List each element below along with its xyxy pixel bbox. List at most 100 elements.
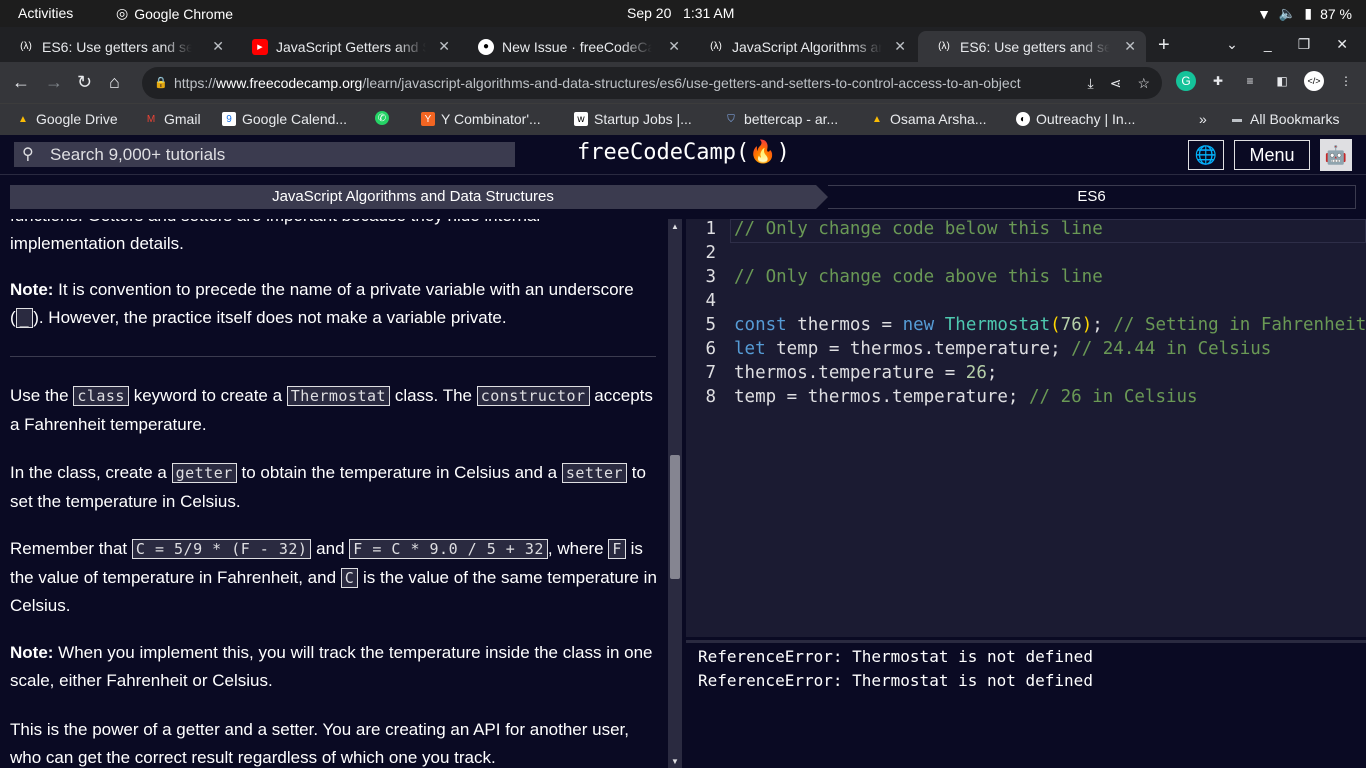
bookmark-label: bettercap - ar... [744, 111, 839, 127]
close-icon[interactable]: ✕ [438, 38, 450, 55]
reload-icon[interactable]: ↻ [77, 72, 92, 93]
note-label: Note: [10, 280, 54, 299]
reading-list-icon[interactable]: ≡ [1240, 71, 1260, 91]
scroll-down-icon[interactable]: ▼ [671, 757, 679, 766]
inline-code: class [73, 386, 129, 406]
gmail-icon: M [146, 113, 156, 125]
comment: // 24.44 in Celsius [1071, 339, 1272, 359]
wifi-icon: ▼ [1257, 5, 1271, 22]
close-icon[interactable]: ✕ [668, 38, 680, 55]
text: ). However, the practice itself does not… [33, 307, 507, 327]
search-input[interactable]: ⚲ Search 9,000+ tutorials [14, 142, 515, 167]
code-editor[interactable]: 1 2 3 4 5 6 7 8 // Only change code belo… [686, 219, 1366, 637]
bookmark-bettercap[interactable]: ⛉ bettercap - ar... [724, 111, 838, 127]
side-panel-icon[interactable]: ◧ [1272, 71, 1292, 91]
url-path: /learn/javascript-algorithms-and-data-st… [362, 75, 1021, 91]
youtube-icon: ▶ [252, 38, 268, 55]
code-line: temp = thermos.temperature; // 26 in Cel… [734, 387, 1198, 407]
install-icon[interactable]: ⤓ [1088, 67, 1094, 99]
google-drive-icon: ▲ [18, 113, 28, 125]
text: , where [547, 539, 609, 558]
tab-2[interactable]: ▶ JavaScript Getters and Setters ✕ [234, 31, 460, 62]
app-menu[interactable]: ◎ Google Chrome [116, 5, 233, 22]
text: and [311, 539, 350, 558]
inline-code: setter [561, 463, 628, 483]
output-console: ReferenceError: Thermostat is not define… [686, 640, 1366, 768]
share-icon[interactable]: ⋖ [1110, 67, 1122, 99]
tab-search-icon[interactable]: ⌄ [1226, 36, 1238, 53]
line-number: 1 [705, 219, 716, 239]
bookmark-gmail[interactable]: M Gmail [144, 111, 201, 127]
kebab-menu-icon[interactable]: ⋮ [1336, 71, 1356, 91]
calendar-icon: 9 [222, 112, 236, 126]
code-line: // Only change code above this line [734, 267, 1103, 287]
console-line: ReferenceError: Thermostat is not define… [698, 647, 1093, 666]
language-globe-icon[interactable]: 🌐 [1188, 140, 1224, 170]
url-host: www.freecodecamp.org [216, 75, 363, 91]
tab-5-active[interactable]: (λ) ES6: Use getters and setters ✕ [918, 31, 1146, 62]
clock[interactable]: Sep 20 1:31 AM [627, 5, 734, 21]
tab-title: New Issue · freeCodeCamp [502, 38, 652, 55]
bookmark-google-drive[interactable]: ▲ Google Drive [16, 111, 118, 127]
breadcrumb-superblock[interactable]: JavaScript Algorithms and Data Structure… [10, 185, 828, 209]
close-window-icon[interactable]: ✕ [1336, 36, 1348, 53]
fcc-logo[interactable]: freeCodeCamp(🔥) [577, 140, 790, 165]
text: class. The [390, 386, 477, 405]
close-icon[interactable]: ✕ [212, 38, 224, 55]
line-number: 2 [705, 243, 716, 263]
close-icon[interactable]: ✕ [1124, 38, 1136, 55]
inline-code: F [608, 539, 626, 559]
tab-4[interactable]: (λ) JavaScript Algorithms and Data ✕ [690, 31, 916, 62]
bookmark-outreachy[interactable]: ◐ Outreachy | In... [1016, 111, 1135, 127]
bookmark-ycombinator[interactable]: Y Y Combinator'... [421, 111, 541, 127]
scrollbar-thumb[interactable] [670, 455, 680, 579]
line-number: 7 [705, 363, 716, 383]
os-top-bar: Activities ◎ Google Chrome Sep 20 1:31 AM… [0, 0, 1366, 27]
bookmark-google-calendar[interactable]: 9 Google Calend... [222, 111, 347, 127]
bettercap-icon: ⛉ [727, 113, 735, 125]
all-bookmarks[interactable]: ▬ All Bookmarks [1230, 111, 1339, 127]
back-icon[interactable]: ← [12, 72, 30, 93]
home-icon[interactable]: ⌂ [109, 72, 120, 93]
menu-button[interactable]: Menu [1234, 140, 1310, 170]
bookmark-star-icon[interactable]: ☆ [1137, 67, 1150, 99]
avatar[interactable]: 🤖 [1320, 139, 1352, 171]
extensions-puzzle-icon[interactable]: ✚ [1208, 71, 1228, 91]
forward-icon[interactable]: → [45, 72, 63, 93]
new-tab-button[interactable]: + [1158, 34, 1170, 57]
folder-icon: ▬ [1232, 113, 1242, 125]
bookmark-label: Y Combinator'... [441, 111, 541, 127]
tab-strip: (λ) ES6: Use getters and setters ✕ ▶ JavaSc… [0, 27, 1366, 62]
lesson-paragraph: This is the power of a getter and a sett… [10, 720, 629, 767]
scroll-up-icon[interactable]: ▲ [671, 222, 679, 231]
tab-3[interactable]: ● New Issue · freeCodeCamp ✕ [460, 31, 690, 62]
fcc-favicon-icon: (λ) [20, 41, 32, 52]
address-bar[interactable]: 🔒 https://www.freecodecamp.org/learn/jav… [142, 67, 1162, 99]
tab-title: ES6: Use getters and setters [42, 38, 192, 55]
system-tray[interactable]: ▼ 🔈 ▮ 87 % [1257, 5, 1352, 22]
close-icon[interactable]: ✕ [894, 38, 906, 55]
outreachy-icon: ◐ [1016, 112, 1030, 126]
activities-button[interactable]: Activities [18, 5, 73, 21]
bookmark-label: Gmail [164, 111, 201, 127]
chrome-icon: ◎ [116, 5, 129, 21]
bookmark-label: Outreachy | In... [1036, 111, 1136, 127]
github-icon: ● [478, 38, 494, 55]
breadcrumb-block[interactable]: ES6 [828, 185, 1356, 209]
minimize-icon[interactable]: _ [1264, 36, 1272, 53]
restore-icon[interactable]: ❐ [1298, 36, 1311, 53]
bookmark-osama[interactable]: ▲ Osama Arsha... [870, 111, 986, 127]
inline-code: getter [171, 463, 237, 483]
tab-1[interactable]: (λ) ES6: Use getters and setters ✕ [0, 31, 234, 62]
code-line: const thermos = new Thermostat(76); // S… [734, 315, 1366, 335]
lesson-scrollbar[interactable]: ▲ ▼ [668, 219, 682, 768]
bookmark-whatsapp[interactable]: ✆ [375, 111, 389, 125]
devtools-extension-icon[interactable]: </> [1304, 71, 1324, 91]
code-text: temp = thermos.temperature; [734, 387, 1030, 407]
bookmarks-overflow-icon[interactable]: » [1199, 111, 1207, 127]
bookmark-startup-jobs[interactable]: w Startup Jobs |... [574, 111, 692, 127]
lock-icon[interactable]: 🔒 [154, 67, 168, 99]
grammarly-icon[interactable]: G [1176, 71, 1196, 91]
tab-title: JavaScript Getters and Setters [276, 38, 426, 55]
text: keyword to create a [128, 386, 287, 405]
